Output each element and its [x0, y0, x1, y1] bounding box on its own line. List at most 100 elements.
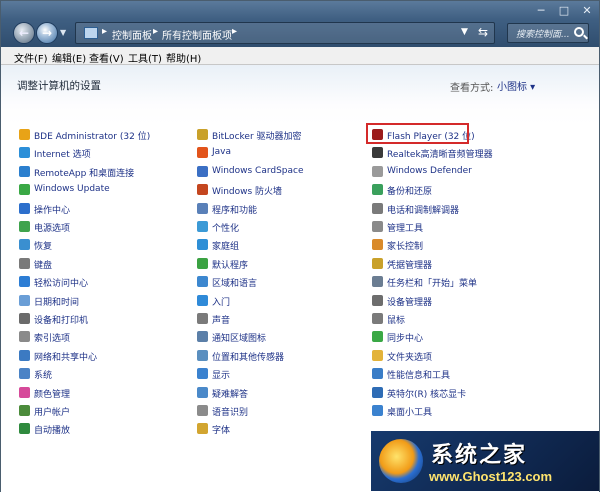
control-panel-item-label: 字体 [212, 426, 231, 437]
logo-url: www.Ghost123.com [429, 469, 553, 484]
intel-icon [372, 386, 383, 398]
admintools-icon [372, 221, 383, 232]
gadget-icon [372, 405, 383, 416]
control-panel-item-label: Java [212, 147, 232, 158]
taskbar-icon [372, 276, 383, 288]
control-panel-item-label: 日期和时间 [34, 297, 80, 308]
backup-icon [372, 184, 383, 196]
clock-icon [19, 294, 30, 306]
homegroup-icon [197, 239, 208, 251]
cardspace-icon [197, 165, 208, 177]
internet-icon [19, 147, 30, 159]
folder-icon [372, 349, 383, 361]
control-panel-item-label: Windows 防火墙 [212, 187, 283, 198]
control-panel-item-label: 个性化 [212, 224, 240, 234]
parental-icon [372, 239, 383, 251]
control-panel-item-label: 网络和共享中心 [34, 352, 98, 363]
remote-icon [19, 165, 30, 177]
defender-icon [372, 165, 383, 177]
watermark-logo: 系统之家 www.Ghost123.com [371, 431, 599, 491]
getstarted-icon [197, 294, 208, 306]
programs-icon [197, 202, 208, 214]
control-panel-item-label: 语音识别 [212, 408, 249, 418]
search-icon[interactable] [574, 27, 584, 37]
troubleshoot-icon [197, 386, 208, 398]
chevron-right-icon[interactable]: ▸ [153, 26, 158, 37]
devicemgr-icon [372, 294, 383, 306]
control-panel-item-label: 操作中心 [34, 205, 71, 216]
flash-player-highlight [366, 123, 469, 144]
control-panel-item-label: 索引选项 [34, 334, 71, 345]
menu-tools[interactable]: 工具(T) [128, 50, 162, 65]
control-panel-item-label: 轻松访问中心 [34, 279, 89, 290]
control-panel-item-label: BitLocker 驱动器加密 [212, 132, 302, 142]
control-panel-item-label: 管理工具 [387, 224, 424, 234]
color-icon [19, 386, 30, 398]
control-panel-item-label: 家庭组 [212, 242, 240, 253]
access-icon [19, 276, 30, 288]
control-panel-item-label: 性能信息和工具 [387, 371, 451, 382]
control-panel-item-label: 同步中心 [387, 334, 424, 345]
control-panel-item-label: 备份和还原 [387, 187, 433, 198]
printer-icon [19, 313, 30, 324]
page-title: 调整计算机的设置 [17, 80, 101, 92]
control-panel-item-label: 入门 [212, 297, 231, 308]
menu-bar: 文件(F) 编辑(E) 查看(V) 工具(T) 帮助(H) [1, 47, 599, 65]
control-panel-item-label: Internet 选项 [34, 150, 91, 161]
search-placeholder: 搜索控制面... [516, 30, 570, 40]
recovery-icon [19, 239, 30, 251]
autoplay-icon [19, 423, 30, 435]
forward-button[interactable]: → [36, 22, 58, 44]
control-panel-icon [84, 27, 98, 39]
control-panel-item-label: 自动播放 [34, 426, 71, 437]
control-panel-item-label: Windows Defender [387, 165, 472, 176]
chevron-down-icon[interactable]: ▼ [461, 27, 468, 37]
chevron-right-icon[interactable]: ▸ [102, 26, 107, 37]
menu-file[interactable]: 文件(F) [14, 50, 48, 65]
back-arrow-icon: ← [18, 26, 30, 40]
refresh-icon[interactable]: ⇆ [478, 25, 488, 39]
breadcrumb-control-panel[interactable]: 控制面板 [112, 27, 152, 42]
close-button[interactable]: ✕ [576, 1, 598, 21]
maximize-button[interactable]: □ [554, 1, 574, 21]
menu-view[interactable]: 查看(V) [89, 50, 124, 65]
control-panel-item-label: 系统 [34, 371, 53, 382]
control-panel-item-label: 设备管理器 [387, 297, 433, 308]
breadcrumb-all-items[interactable]: 所有控制面板项 [162, 27, 232, 42]
address-bar[interactable]: ▸ 控制面板 ▸ 所有控制面板项 ▸ ▼ ⇆ [75, 22, 495, 44]
java-icon [197, 147, 208, 159]
control-panel-item-label: 疑难解答 [212, 389, 249, 400]
control-panel-item-label: 设备和打印机 [34, 316, 89, 326]
credential-icon [372, 257, 383, 269]
sync-icon [372, 331, 383, 343]
control-panel-item-label: 用户帐户 [34, 408, 71, 418]
index-icon [19, 331, 30, 343]
control-panel-item-label: 颜色管理 [34, 389, 71, 400]
menu-help[interactable]: 帮助(H) [166, 50, 201, 65]
control-panel-item-label: 显示 [212, 371, 231, 382]
bde-icon [19, 129, 30, 140]
control-panel-item-label: 电源选项 [34, 224, 71, 234]
chevron-right-icon[interactable]: ▸ [232, 26, 237, 37]
default-icon [197, 257, 208, 269]
region-icon [197, 276, 208, 288]
logo-badge-icon [379, 439, 423, 483]
view-by-dropdown[interactable]: 小图标 ▾ [492, 76, 540, 94]
control-panel-item-label: 电话和调制解调器 [387, 205, 460, 216]
control-panel-item-label: Windows Update [34, 184, 110, 195]
control-panel-item-label: 鼠标 [387, 316, 406, 326]
control-panel-item-label: 位置和其他传感器 [212, 352, 285, 363]
network-icon [19, 349, 30, 361]
firewall-icon [197, 184, 208, 196]
recent-pages-dropdown[interactable]: ▼ [60, 28, 66, 37]
minimize-button[interactable]: ─ [531, 1, 551, 21]
control-panel-item-label: RemoteApp 和桌面连接 [34, 168, 135, 179]
flag-icon [19, 202, 30, 214]
search-input[interactable]: 搜索控制面... [507, 23, 589, 43]
control-panel-item-label: 通知区域图标 [212, 334, 267, 345]
bitlocker-icon [197, 129, 208, 140]
control-panel-item-label: 凭据管理器 [387, 260, 433, 271]
control-panel-item-label: 桌面小工具 [387, 408, 433, 418]
menu-edit[interactable]: 编辑(E) [52, 50, 86, 65]
back-button[interactable]: ← [13, 22, 35, 44]
